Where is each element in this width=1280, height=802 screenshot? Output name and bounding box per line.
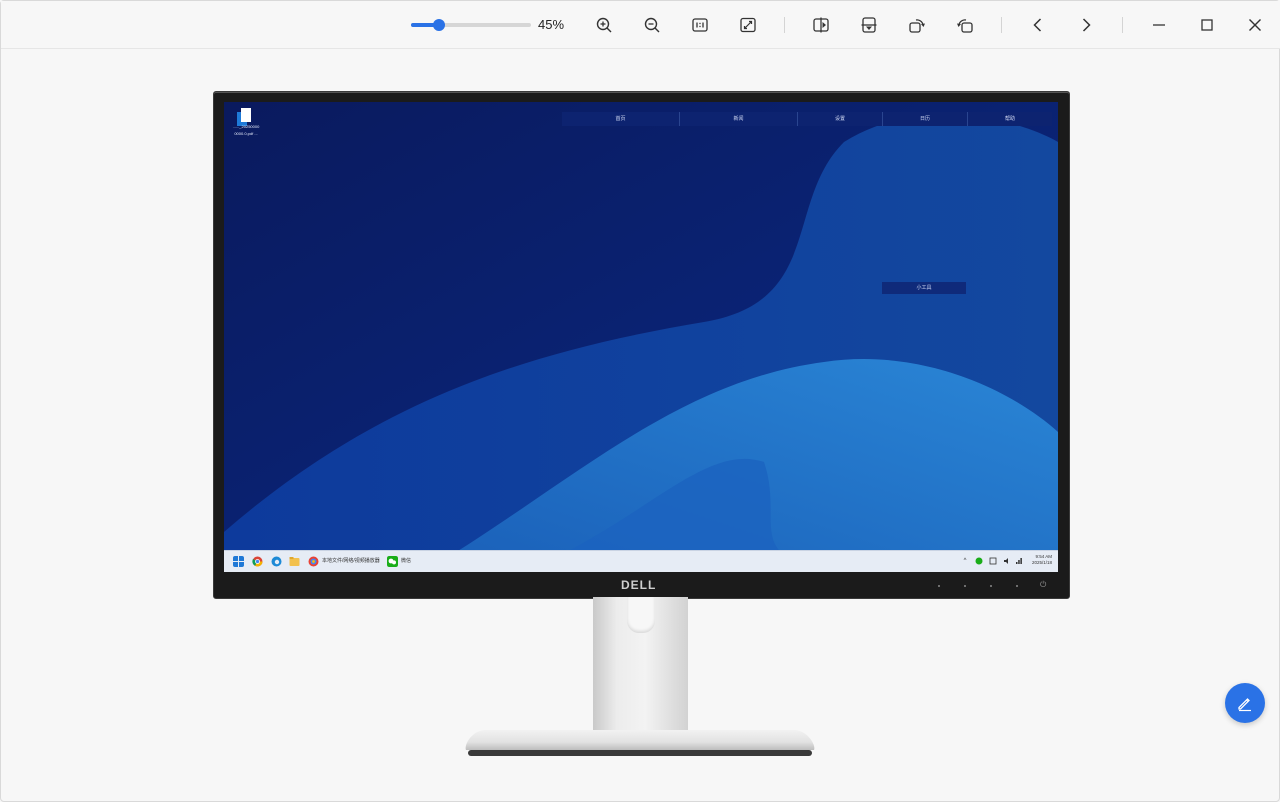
- taskbar-app-label: 微信: [401, 558, 412, 564]
- edit-button[interactable]: [1225, 683, 1265, 723]
- tray-wechat-icon: [975, 557, 983, 565]
- toolbar-divider: [1122, 17, 1123, 33]
- stand-cable-hole: [627, 597, 655, 633]
- toolbar-divider: [1001, 17, 1002, 33]
- zoom-slider[interactable]: [411, 19, 531, 31]
- monitor-button: [938, 585, 940, 587]
- edge-browser-icon: [271, 556, 282, 567]
- flip-horizontal-button[interactable]: [809, 13, 833, 37]
- tray-volume-icon: [1004, 558, 1008, 564]
- chrome-icon: [252, 556, 263, 567]
- tray-network-icon: [1016, 558, 1022, 564]
- desktop-top-menu: 首页 新闻 设置 日历 帮助: [562, 112, 1052, 126]
- zoom-out-button[interactable]: [640, 13, 664, 37]
- monitor-screen: ......_20250000 0000.0.pdf ... 首页 新闻 设置 …: [224, 102, 1058, 572]
- previous-image-button[interactable]: [1026, 13, 1050, 37]
- desktop-floating-label: 小工具: [882, 282, 966, 294]
- displayed-image-monitor: ......_20250000 0000.0.pdf ... 首页 新闻 设置 …: [213, 91, 1070, 599]
- flip-horizontal-icon: [813, 17, 829, 33]
- monitor-stand-base: [465, 730, 815, 756]
- desktop-wallpaper: [224, 102, 1058, 572]
- rotate-left-button[interactable]: [953, 13, 977, 37]
- desktop-file-label-line1: ......_20250000: [232, 124, 260, 129]
- minimize-button[interactable]: [1147, 13, 1171, 37]
- zoom-out-icon: [644, 17, 660, 33]
- fit-window-button[interactable]: [736, 13, 760, 37]
- pdf-file-icon: [241, 108, 251, 122]
- image-viewer-window: 45% ......_20250000 0000.0.pdf ... 首页 新闻…: [0, 0, 1280, 802]
- maximize-icon: [1201, 19, 1213, 31]
- taskbar-clock: 9:54 AM 2025/1/18: [1032, 554, 1052, 566]
- tray-overflow-icon: ^: [963, 558, 967, 564]
- desktop-menu-item: 首页: [562, 112, 680, 126]
- monitor-button: [1016, 585, 1018, 587]
- next-image-button[interactable]: [1074, 13, 1098, 37]
- media-app-icon: [308, 556, 319, 567]
- zoom-slider-thumb[interactable]: [432, 19, 445, 31]
- next-icon: [1082, 18, 1091, 32]
- desktop-menu-item: 日历: [883, 112, 968, 126]
- tray-input-icon: [989, 557, 997, 565]
- zoom-percent-label: 45%: [538, 17, 565, 32]
- edit-pencil-icon: [1238, 698, 1251, 712]
- desktop-file-icon[interactable]: ......_20250000 0000.0.pdf ...: [230, 108, 262, 136]
- monitor-power-icon: ⏻: [1040, 580, 1047, 589]
- close-icon: [1249, 19, 1261, 31]
- viewer-toolbar: 45%: [1, 1, 1280, 49]
- actual-size-button[interactable]: [688, 13, 712, 37]
- actual-size-icon: [692, 18, 708, 32]
- monitor-button: [964, 585, 966, 587]
- taskbar-app-label: 本地文件/网络/视频播放器: [322, 558, 380, 564]
- desktop-file-label-line2: 0000.0.pdf ...: [234, 131, 258, 136]
- zoom-in-button[interactable]: [592, 13, 616, 37]
- desktop-taskbar: 本地文件/网络/视频播放器 微信 ^ 9:54 AM 2025/1/18: [224, 550, 1058, 572]
- rotate-right-icon: [909, 19, 925, 33]
- fit-window-icon: [740, 17, 756, 33]
- desktop-menu-item: 新闻: [680, 112, 798, 126]
- flip-vertical-button[interactable]: [857, 13, 881, 37]
- windows-start-icon: [233, 556, 244, 567]
- previous-icon: [1033, 18, 1042, 32]
- rotate-right-button[interactable]: [905, 13, 929, 37]
- zoom-in-icon: [596, 17, 612, 33]
- wechat-icon: [387, 556, 398, 567]
- close-button[interactable]: [1243, 13, 1267, 37]
- monitor-button: [990, 585, 992, 587]
- monitor-bezel-chin: DELL ⏻: [214, 572, 1069, 598]
- file-explorer-icon: [289, 557, 300, 566]
- monitor-brand-logo: DELL: [621, 578, 657, 592]
- flip-vertical-icon: [861, 17, 877, 33]
- rotate-left-icon: [957, 19, 973, 33]
- toolbar-divider: [784, 17, 785, 33]
- maximize-button[interactable]: [1195, 13, 1219, 37]
- desktop-menu-item: 设置: [798, 112, 883, 126]
- desktop-menu-item: 帮助: [1004, 116, 1015, 122]
- monitor-stand-neck: [593, 597, 688, 732]
- minimize-icon: [1153, 24, 1165, 26]
- clock-date: 2025/1/18: [1031, 560, 1052, 565]
